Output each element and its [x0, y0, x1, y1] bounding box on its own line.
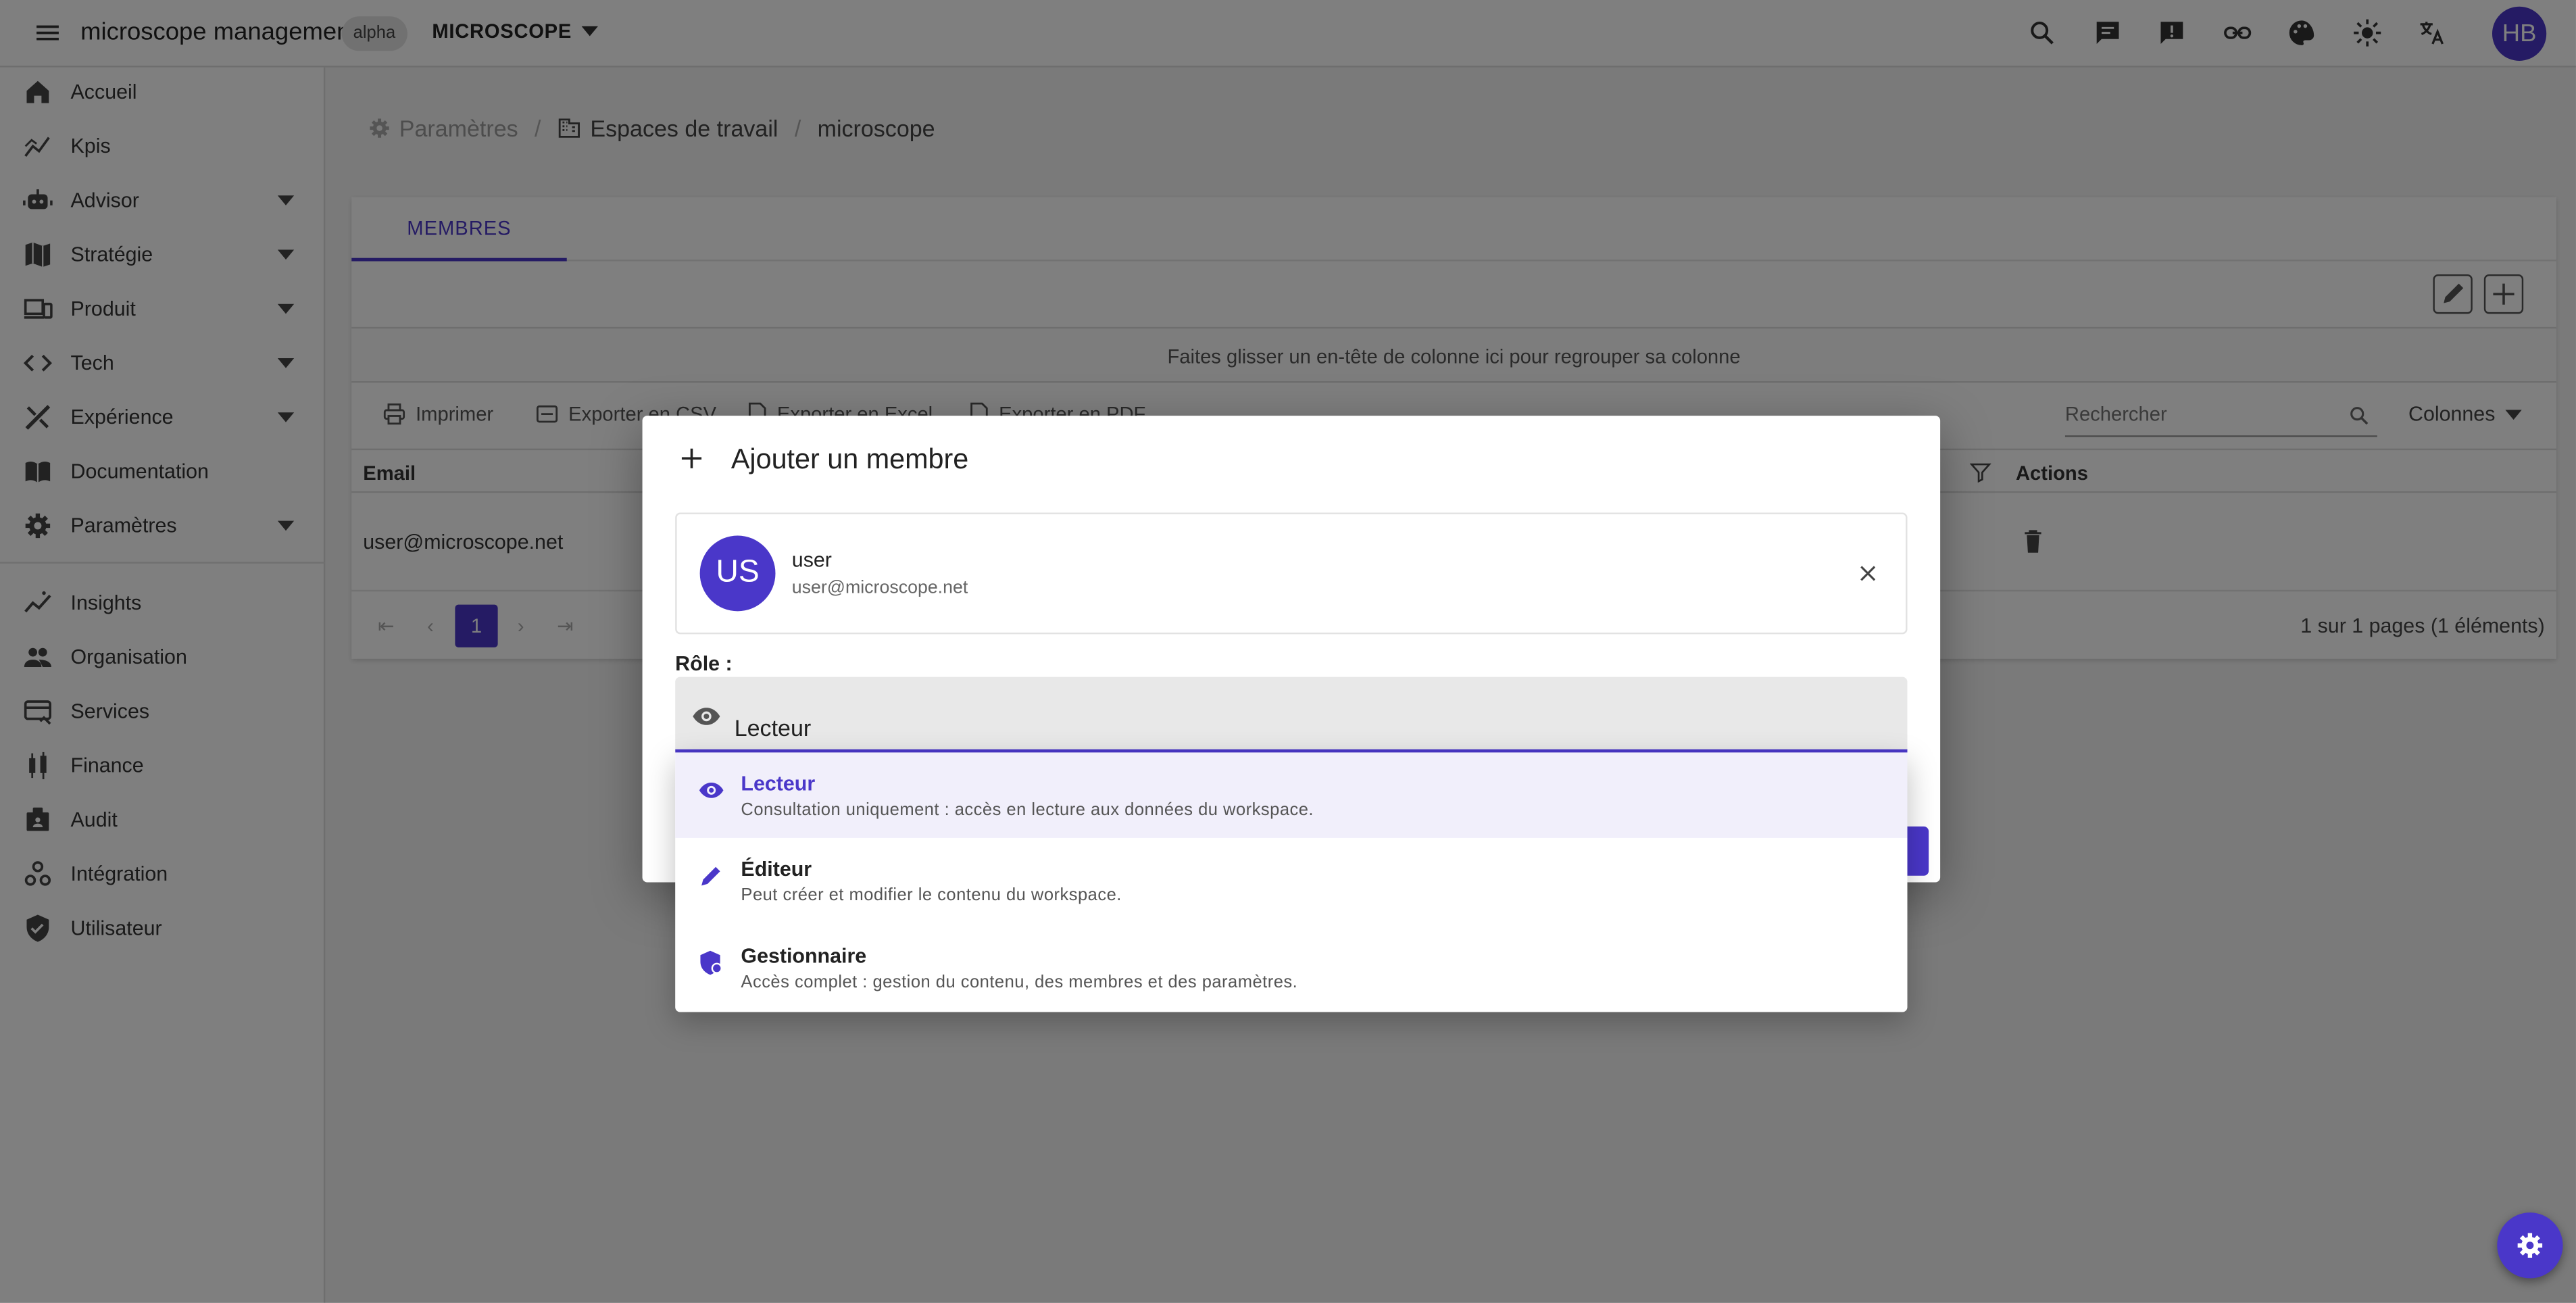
role-option-lecteur[interactable]: Lecteur Consultation uniquement : accès …: [675, 752, 1908, 838]
app-root: microscope management alpha MICROSCOPE H…: [0, 0, 2576, 1303]
role-option-description: Accès complet : gestion du contenu, des …: [741, 973, 1298, 993]
role-option-description: Peut créer et modifier le contenu du wor…: [741, 885, 1122, 906]
plus-icon: [681, 448, 702, 468]
gear-icon: [2517, 1233, 2543, 1258]
role-select[interactable]: Lecteur: [675, 677, 1908, 753]
role-option-title: Éditeur: [741, 858, 812, 881]
role-option-title: Lecteur: [741, 772, 816, 795]
dialog-title: Ajouter un membre: [730, 443, 969, 475]
close-icon[interactable]: [1856, 562, 1879, 585]
role-option-title: Gestionnaire: [741, 944, 867, 968]
role-option-editeur[interactable]: Éditeur Peut créer et modifier le conten…: [675, 838, 1907, 923]
settings-fab[interactable]: [2497, 1212, 2563, 1279]
role-label: Rôle :: [675, 652, 733, 676]
avatar: US: [699, 535, 776, 612]
pencil-icon: [701, 866, 720, 886]
user-name: user: [791, 548, 832, 572]
role-dropdown: Lecteur Consultation uniquement : accès …: [675, 752, 1908, 1012]
selected-user-card: US user user@microscope.net: [675, 512, 1908, 635]
role-option-description: Consultation uniquement : accès en lectu…: [741, 800, 1314, 820]
user-email: user@microscope.net: [791, 578, 968, 598]
role-option-gestionnaire[interactable]: Gestionnaire Accès complet : gestion du …: [675, 925, 1907, 1010]
admin-shield-icon: [700, 950, 722, 975]
eye-icon: [699, 783, 724, 798]
eye-icon: [693, 708, 720, 725]
role-select-value: Lecteur: [734, 714, 812, 741]
